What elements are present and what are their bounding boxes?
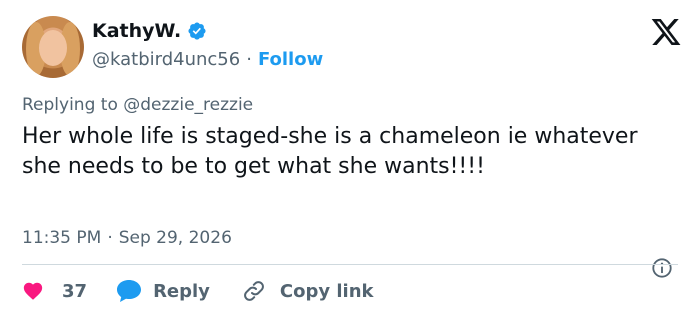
- divider: [22, 264, 678, 265]
- avatar[interactable]: [22, 16, 84, 78]
- info-icon[interactable]: [651, 257, 673, 279]
- handle-separator: ·: [246, 49, 252, 70]
- author-name-row: KathyW.: [92, 20, 207, 42]
- timestamp-separator: ·: [107, 228, 113, 248]
- copy-link-label: Copy link: [279, 280, 374, 302]
- link-icon: [244, 281, 264, 301]
- tweet-text: Her whole life is staged-she is a chamel…: [22, 124, 638, 179]
- like-button[interactable]: 37: [22, 280, 87, 302]
- tweet-time[interactable]: 11:35 PM: [22, 228, 101, 248]
- reply-button[interactable]: Reply: [115, 278, 210, 304]
- reply-label: Reply: [153, 280, 210, 302]
- action-bar: 37 Reply Copy link: [22, 276, 374, 306]
- x-logo-icon[interactable]: [650, 16, 682, 48]
- tweet-header: KathyW. @katbird4unc56 · Follow: [22, 16, 682, 80]
- replying-to-mention[interactable]: @dezzie_rezzie: [123, 95, 253, 115]
- speech-bubble-icon: [117, 280, 142, 302]
- copy-link-button[interactable]: Copy link: [242, 279, 374, 303]
- author-handle[interactable]: @katbird4unc56: [92, 49, 240, 70]
- tweet-timestamp[interactable]: 11:35 PM · Sep 29, 2026: [22, 228, 232, 248]
- replying-to-prefix: Replying to: [22, 95, 124, 115]
- heart-icon: [23, 282, 43, 300]
- like-count: 37: [62, 280, 88, 302]
- replying-to-line: Replying to @dezzie_rezzie: [22, 95, 253, 115]
- author-display-name[interactable]: KathyW.: [92, 20, 181, 42]
- tweet-date[interactable]: Sep 29, 2026: [119, 228, 232, 248]
- author-handle-row: @katbird4unc56 · Follow: [92, 49, 323, 70]
- verified-badge-icon: [188, 22, 206, 40]
- follow-button[interactable]: Follow: [258, 49, 323, 70]
